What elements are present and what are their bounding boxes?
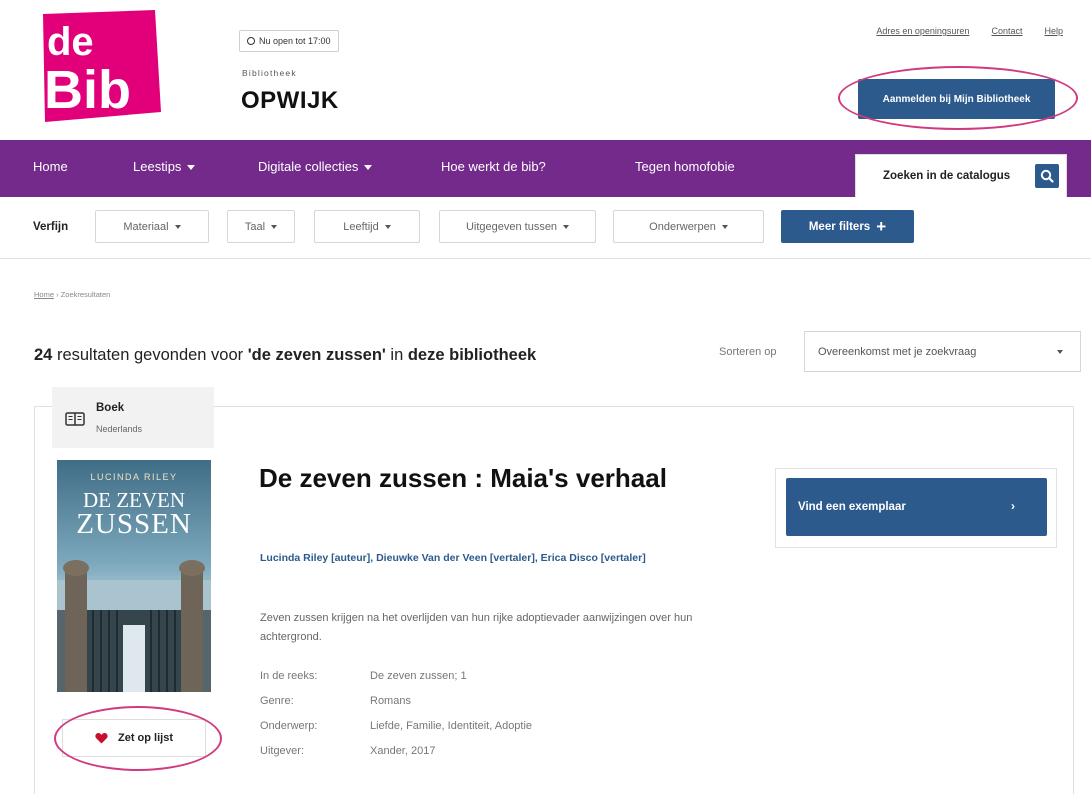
open-status-badge: Nu open tot 17:00 <box>239 30 339 52</box>
nav-item-leestips[interactable]: Leestips <box>133 159 196 174</box>
highlight-circle-login <box>838 66 1078 130</box>
link-help[interactable]: Help <box>1044 26 1063 36</box>
catalog-search-tab[interactable]: Zoeken in de catalogus <box>855 154 1067 197</box>
library-name: OPWIJK <box>241 87 339 114</box>
cover-title-line-2: ZUSSEN <box>76 508 192 540</box>
filter-uitgegeven-tussen[interactable]: Uitgegeven tussen <box>439 210 596 243</box>
caret-down-icon <box>174 224 181 229</box>
caret-down-icon <box>187 165 196 170</box>
library-label: Bibliotheek <box>242 68 297 78</box>
breadcrumb-current: Zoekresultaten <box>60 290 111 299</box>
breadcrumb: Home › Zoekresultaten <box>34 290 110 299</box>
caret-down-icon <box>384 224 391 229</box>
breadcrumb-separator: › <box>56 290 59 299</box>
breadcrumb-home[interactable]: Home <box>34 290 54 299</box>
caret-down-icon <box>364 165 373 170</box>
link-address-hours[interactable]: Adres en openingsuren <box>876 26 969 36</box>
nav-item-hoe-werkt-de-bib[interactable]: Hoe werkt de bib? <box>441 159 546 174</box>
search-icon <box>1040 169 1054 183</box>
caret-down-icon <box>271 224 278 229</box>
caret-down-icon <box>1057 350 1063 354</box>
book-cover[interactable]: LUCINDA RILEY DE ZEVEN ZUSSEN <box>57 460 211 692</box>
clock-icon <box>247 37 255 45</box>
filter-bar: Verfijn Materiaal Taal Leeftijd Uitgegev… <box>0 197 1091 259</box>
highlight-circle-add-to-list <box>54 706 222 771</box>
find-copy-button[interactable]: Vind een exemplaar › <box>786 478 1047 536</box>
filter-label: Verfijn <box>33 221 69 233</box>
sort-value: Overeenkomst met je zoekvraag <box>818 345 977 358</box>
nav-item-home[interactable]: Home <box>33 159 68 174</box>
filter-onderwerpen[interactable]: Onderwerpen <box>613 210 764 243</box>
logo-text-bottom: Bib <box>44 60 131 120</box>
sort-label: Sorteren op <box>719 346 777 358</box>
caret-down-icon <box>721 224 728 229</box>
nav-item-tegen-homofobie[interactable]: Tegen homofobie <box>635 159 735 174</box>
more-filters-button[interactable]: Meer filters + <box>781 210 914 243</box>
chevron-right-icon: › <box>1011 499 1015 513</box>
search-button[interactable] <box>1035 164 1059 188</box>
filter-materiaal[interactable]: Materiaal <box>95 210 209 243</box>
catalog-search-label: Zoeken in de catalogus <box>883 170 1011 182</box>
sort-select[interactable]: Overeenkomst met je zoekvraag <box>804 331 1081 372</box>
results-query: 'de zeven zussen' <box>247 346 386 364</box>
nav-item-digitale-collecties[interactable]: Digitale collecties <box>258 159 373 174</box>
filter-leeftijd[interactable]: Leeftijd <box>314 210 420 243</box>
link-contact[interactable]: Contact <box>991 26 1022 36</box>
find-copy-label: Vind een exemplaar <box>798 501 906 513</box>
top-links: Adres en openingsuren Contact Help <box>876 26 1063 36</box>
material-language: Nederlands <box>96 424 143 434</box>
results-count: 24 <box>34 346 53 364</box>
logo-text-top: de <box>47 20 94 64</box>
filter-taal[interactable]: Taal <box>227 210 295 243</box>
book-title[interactable]: De zeven zussen : Maia's verhaal <box>259 462 729 494</box>
book-authors[interactable]: Lucinda Riley [auteur], Dieuwke Van der … <box>260 549 740 568</box>
results-summary: 24 resultaten gevonden voor 'de zeven zu… <box>34 346 537 364</box>
results-scope: deze bibliotheek <box>407 346 537 364</box>
material-type: Boek <box>96 402 125 414</box>
book-summary: Zeven zussen krijgen na het overlijden v… <box>260 612 693 643</box>
plus-icon: + <box>876 217 887 236</box>
de-bib-logo[interactable]: de Bib <box>37 10 163 124</box>
caret-down-icon <box>563 224 570 229</box>
cover-author: LUCINDA RILEY <box>90 472 178 482</box>
book-icon <box>65 412 85 426</box>
open-status-text: Nu open tot 17:00 <box>259 36 331 46</box>
material-type-tab: Boek Nederlands <box>52 387 214 448</box>
